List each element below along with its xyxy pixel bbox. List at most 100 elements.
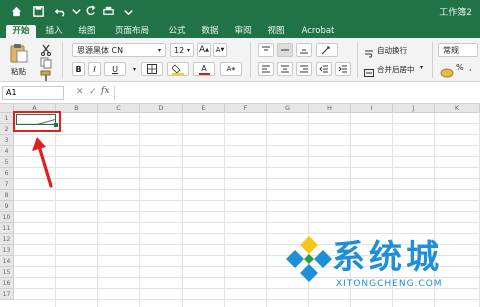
home-icon[interactable] [8, 3, 24, 19]
row-header[interactable]: 4 [0, 146, 14, 157]
cancel-icon[interactable]: ✕ [76, 87, 84, 97]
redo-icon[interactable] [82, 3, 98, 19]
row-header[interactable]: 6 [0, 168, 14, 179]
align-bottom-button[interactable] [296, 43, 312, 57]
fx-button[interactable]: fx [101, 86, 109, 96]
row-header[interactable]: 12 [0, 234, 14, 245]
merge-dropdown-icon[interactable]: ▾ [420, 64, 423, 71]
decrease-indent-button[interactable] [316, 62, 332, 76]
orientation-button[interactable] [316, 43, 338, 57]
number-format-select[interactable]: 常规 [438, 43, 478, 57]
highlight-box [13, 111, 61, 132]
row-header[interactable]: 14 [0, 256, 14, 267]
align-top-button[interactable] [258, 43, 274, 57]
tab-review[interactable]: 审阅 [229, 25, 257, 38]
font-size-select[interactable]: 12 ▾ [170, 43, 194, 57]
tab-page-layout[interactable]: 页面布局 [106, 25, 158, 38]
tab-view[interactable]: 视图 [262, 25, 290, 38]
paste-icon[interactable] [8, 42, 30, 64]
italic-button[interactable]: I [88, 62, 101, 76]
row-header[interactable]: 7 [0, 179, 14, 190]
row-header[interactable]: 9 [0, 201, 14, 212]
shrink-font-button[interactable]: A ▼ [213, 43, 227, 57]
increase-indent-button[interactable] [335, 62, 351, 76]
font-size-value: 12 [174, 45, 185, 55]
row-header[interactable]: 3 [0, 135, 14, 146]
tab-home[interactable]: 开始 [6, 25, 36, 38]
align-left-button[interactable] [258, 62, 274, 76]
row-header[interactable]: 11 [0, 223, 14, 234]
tab-draw[interactable]: 绘图 [73, 25, 101, 38]
gridline-horizontal [14, 189, 480, 190]
align-top-icon [262, 46, 270, 51]
print-icon[interactable] [100, 3, 116, 19]
align-bottom-icon [300, 49, 308, 54]
align-middle-icon [281, 49, 289, 51]
align-right-button[interactable] [296, 62, 312, 76]
name-box[interactable]: A1 [2, 86, 64, 100]
tab-data[interactable]: 数据 [196, 25, 224, 38]
column-header[interactable]: D [140, 104, 183, 113]
column-header[interactable]: G [267, 104, 309, 113]
column-header[interactable]: H [309, 104, 351, 113]
underline-dropdown-icon[interactable]: ▾ [131, 62, 138, 76]
divider [62, 42, 63, 78]
tab-formulas[interactable]: 公式 [163, 25, 191, 38]
font-name-select[interactable]: 思源黑体 CN ▾ [72, 43, 166, 57]
column-header[interactable]: I [351, 104, 393, 113]
number-format-value: 常规 [443, 45, 459, 55]
gridline-horizontal [14, 200, 480, 201]
underline-button[interactable]: U [104, 62, 126, 76]
row-header[interactable]: 2 [0, 124, 14, 135]
undo-icon[interactable] [52, 3, 68, 19]
row-header[interactable]: 5 [0, 157, 14, 168]
tab-acrobat[interactable]: Acrobat [296, 25, 340, 38]
bold-button[interactable]: B [72, 62, 85, 76]
row-header[interactable]: 17 [0, 289, 14, 300]
borders-button[interactable] [141, 62, 163, 76]
column-header[interactable]: E [183, 104, 225, 113]
formula-input[interactable] [114, 86, 476, 100]
increase-indent-icon [338, 65, 347, 73]
column-header[interactable]: C [98, 104, 140, 113]
clear-format-button[interactable]: A ◆ [220, 62, 242, 76]
comma-icon[interactable]: , [469, 63, 472, 72]
red-arrow-icon [32, 137, 53, 188]
title-bar: 工作簿2 [0, 0, 480, 23]
row-header[interactable]: 10 [0, 212, 14, 223]
cut-icon[interactable] [40, 41, 52, 56]
align-middle-button[interactable] [277, 43, 293, 57]
gridline-horizontal [14, 299, 480, 300]
grow-font-button[interactable]: A ▲ [197, 43, 211, 57]
align-right-icon [300, 65, 308, 73]
row-header[interactable]: 15 [0, 267, 14, 278]
format-painter-icon[interactable] [40, 67, 52, 81]
font-color-label: A [201, 63, 207, 73]
watermark-title: 系统城 [332, 237, 443, 276]
row-header[interactable]: 1 [0, 113, 14, 124]
percent-icon[interactable]: % [456, 63, 464, 72]
tab-insert[interactable]: 插入 [40, 25, 68, 38]
orientation-icon [321, 46, 330, 55]
select-all-corner[interactable] [0, 104, 14, 113]
column-header[interactable]: J [393, 104, 435, 113]
fill-color-button[interactable] [167, 62, 189, 76]
confirm-icon[interactable]: ✓ [89, 87, 97, 97]
row-header[interactable]: 8 [0, 190, 14, 201]
merge-center-button[interactable]: 合并后居中 [377, 64, 415, 75]
wrap-text-button[interactable]: 自动换行 [377, 45, 407, 56]
watermark-subtitle: XITONGCHENG.COM [336, 279, 443, 289]
column-header[interactable]: F [225, 104, 267, 113]
row-header[interactable]: 13 [0, 245, 14, 256]
save-icon[interactable] [30, 3, 46, 19]
currency-icon[interactable] [440, 63, 454, 78]
font-color-button[interactable]: A [193, 62, 215, 76]
column-header[interactable]: B [56, 104, 98, 113]
align-center-button[interactable] [277, 62, 293, 76]
formula-bar: A1 ✕ ✓ fx [0, 82, 480, 104]
row-header[interactable]: 16 [0, 278, 14, 289]
customize-toolbar-icon[interactable] [120, 3, 136, 19]
column-header[interactable]: K [435, 104, 480, 113]
gridline-horizontal [14, 222, 480, 223]
copy-icon[interactable] [40, 54, 52, 69]
